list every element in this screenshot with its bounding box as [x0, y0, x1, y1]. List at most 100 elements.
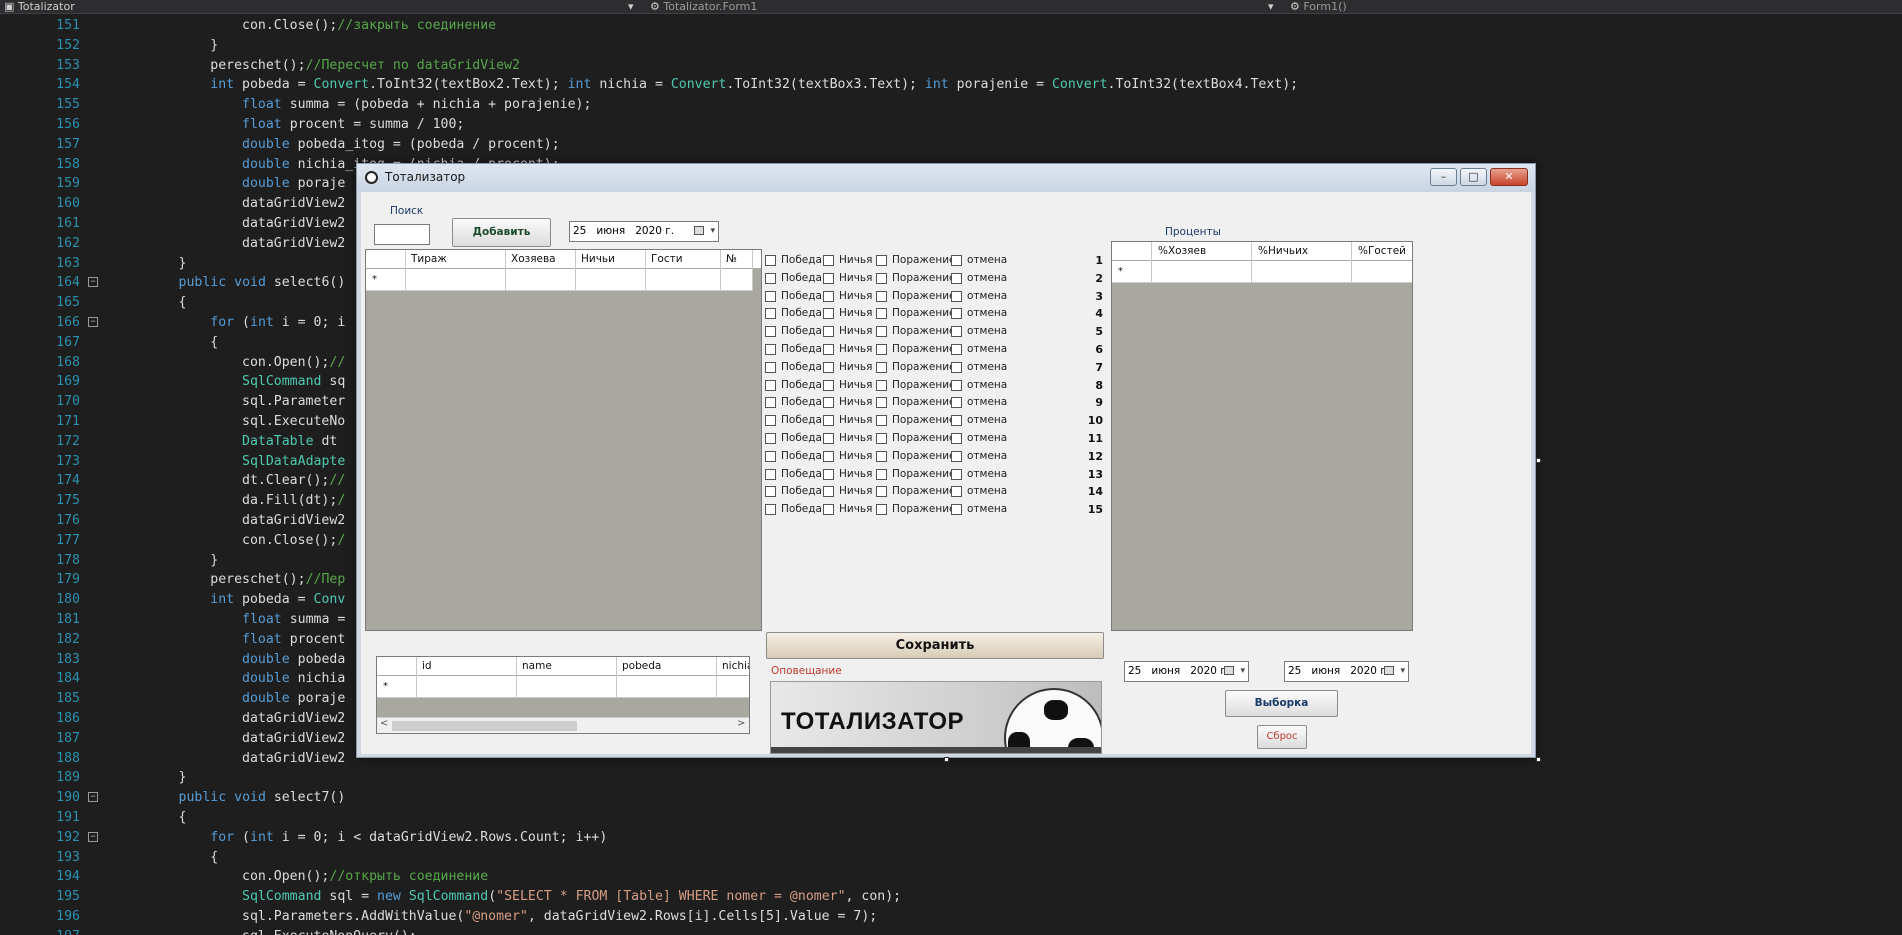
option-checkbox[interactable]: [765, 397, 776, 409]
option-checkbox[interactable]: [765, 379, 776, 391]
grid-cell[interactable]: [617, 676, 717, 698]
option-label[interactable]: Победа: [781, 361, 822, 373]
option-checkbox[interactable]: [876, 344, 887, 355]
collapse-icon[interactable]: −: [88, 831, 98, 842]
option-label[interactable]: Победа: [781, 307, 822, 319]
column-header[interactable]: %Ничьих: [1252, 242, 1352, 261]
column-header[interactable]: nichia: [717, 657, 749, 676]
option-label[interactable]: Победа: [781, 343, 822, 355]
date-picker-to[interactable]: 25 июня 2020 г. ▾: [1284, 661, 1409, 682]
option-checkbox[interactable]: [765, 361, 776, 373]
option-label[interactable]: Поражение: [892, 343, 956, 355]
option-label[interactable]: Ничья: [839, 290, 872, 302]
option-checkbox[interactable]: [876, 290, 887, 302]
option-label[interactable]: отмена: [967, 396, 1007, 408]
grid-cell[interactable]: [406, 269, 506, 291]
code-line[interactable]: 156 float procent = summa / 100;: [0, 115, 1902, 134]
code-line[interactable]: 191 {: [0, 808, 1902, 827]
grid-cell[interactable]: [576, 269, 646, 291]
add-draw-button[interactable]: Добавить тираж: [452, 218, 551, 265]
option-checkbox[interactable]: [876, 308, 887, 320]
option-checkbox[interactable]: [823, 415, 834, 427]
option-label[interactable]: отмена: [967, 290, 1007, 302]
option-label[interactable]: Победа: [781, 272, 822, 284]
option-checkbox[interactable]: [876, 468, 887, 480]
title-bar[interactable]: Тотализатор – □ ✕: [357, 164, 1535, 192]
column-header[interactable]: %Гостей: [1352, 242, 1412, 261]
option-label[interactable]: Ничья: [839, 254, 872, 266]
option-checkbox[interactable]: [876, 255, 887, 266]
save-button[interactable]: Сохранить: [766, 632, 1104, 659]
option-label[interactable]: отмена: [967, 432, 1007, 444]
option-checkbox[interactable]: [951, 397, 962, 409]
option-label[interactable]: Победа: [781, 432, 822, 444]
column-header[interactable]: Хозяева: [506, 250, 576, 269]
option-label[interactable]: отмена: [967, 343, 1007, 355]
chevron-down-icon[interactable]: ▾: [689, 223, 717, 240]
option-checkbox[interactable]: [951, 361, 962, 373]
option-checkbox[interactable]: [876, 486, 887, 498]
option-label[interactable]: Победа: [781, 290, 822, 302]
date-picker-from[interactable]: 25 июня 2020 г. ▾: [1124, 661, 1249, 682]
option-label[interactable]: Поражение: [892, 396, 956, 408]
option-label[interactable]: Ничья: [839, 432, 872, 444]
option-checkbox[interactable]: [765, 326, 776, 338]
column-header[interactable]: id: [417, 657, 517, 676]
option-label[interactable]: Ничья: [839, 325, 872, 337]
code-line[interactable]: 151 con.Close();//закрыть соединение: [0, 16, 1902, 35]
code-line[interactable]: 192− for (int i = 0; i < dataGridView2.R…: [0, 828, 1902, 847]
option-checkbox[interactable]: [765, 450, 776, 462]
grid-new-row[interactable]: *: [366, 269, 753, 291]
select-button[interactable]: Выборка: [1225, 690, 1338, 717]
option-label[interactable]: Поражение: [892, 361, 956, 373]
option-checkbox[interactable]: [876, 326, 887, 338]
option-checkbox[interactable]: [823, 468, 834, 480]
collapse-icon[interactable]: −: [88, 792, 98, 803]
option-label[interactable]: Поражение: [892, 503, 956, 515]
option-checkbox[interactable]: [765, 290, 776, 302]
option-label[interactable]: отмена: [967, 361, 1007, 373]
option-checkbox[interactable]: [951, 450, 962, 462]
grid-cell[interactable]: [1152, 261, 1252, 283]
grid-cell[interactable]: [517, 676, 617, 698]
option-label[interactable]: Поражение: [892, 485, 956, 497]
code-line[interactable]: 189 }: [0, 768, 1902, 787]
code-line[interactable]: 196 sql.Parameters.AddWithValue("@nomer"…: [0, 907, 1902, 926]
chevron-down-icon[interactable]: ▾: [628, 0, 634, 13]
option-checkbox[interactable]: [765, 272, 776, 284]
grid-cell[interactable]: [1252, 261, 1352, 283]
class-dropdown[interactable]: ⚙ Totalizator.Form1: [650, 0, 757, 13]
grid-cell[interactable]: [1352, 261, 1412, 283]
option-label[interactable]: отмена: [967, 485, 1007, 497]
code-line[interactable]: 193 {: [0, 848, 1902, 867]
code-line[interactable]: 153 pereschet();//Пересчет по dataGridVi…: [0, 56, 1902, 75]
option-label[interactable]: Ничья: [839, 379, 872, 391]
option-label[interactable]: Ничья: [839, 414, 872, 426]
project-dropdown[interactable]: ▣ Totalizator: [4, 0, 75, 13]
option-checkbox[interactable]: [823, 290, 834, 302]
scroll-left-icon[interactable]: <: [380, 718, 388, 729]
option-label[interactable]: Поражение: [892, 307, 956, 319]
option-checkbox[interactable]: [823, 272, 834, 284]
option-label[interactable]: Ничья: [839, 272, 872, 284]
option-checkbox[interactable]: [951, 255, 962, 266]
reset-button[interactable]: Сброс: [1257, 725, 1307, 749]
option-label[interactable]: отмена: [967, 468, 1007, 480]
search-input[interactable]: [374, 224, 430, 245]
option-checkbox[interactable]: [876, 361, 887, 373]
column-header[interactable]: Тираж: [406, 250, 506, 269]
option-label[interactable]: отмена: [967, 307, 1007, 319]
option-label[interactable]: Поражение: [892, 379, 956, 391]
method-dropdown[interactable]: ⚙ Form1(): [1290, 0, 1347, 13]
option-label[interactable]: отмена: [967, 379, 1007, 391]
option-label[interactable]: Ничья: [839, 343, 872, 355]
option-checkbox[interactable]: [876, 450, 887, 462]
option-checkbox[interactable]: [951, 415, 962, 427]
option-label[interactable]: отмена: [967, 450, 1007, 462]
option-label[interactable]: Ничья: [839, 396, 872, 408]
option-checkbox[interactable]: [951, 326, 962, 338]
code-line[interactable]: 190− public void select7(): [0, 788, 1902, 807]
code-line[interactable]: 194 con.Open();//открыть соединение: [0, 867, 1902, 886]
option-label[interactable]: Победа: [781, 414, 822, 426]
option-checkbox[interactable]: [765, 504, 776, 516]
